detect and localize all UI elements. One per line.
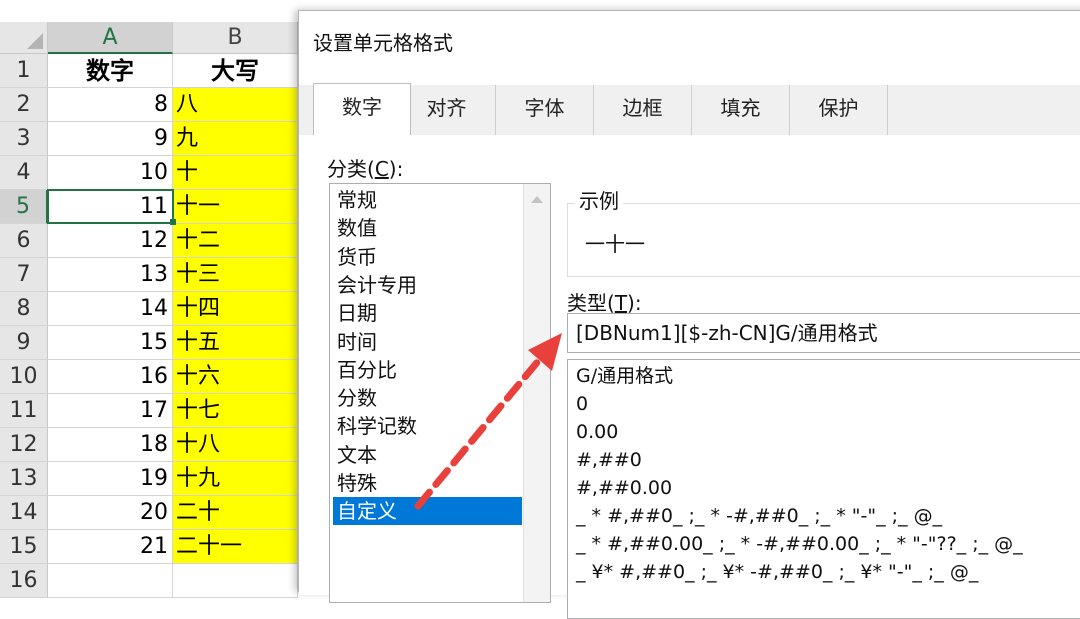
tab-number[interactable]: 数字 [313,83,411,135]
cell-chinese-numeral[interactable]: 十二 [173,224,298,258]
format-code-list[interactable]: G/通用格式 0 0.00 #,##0 #,##0.00 _ * #,##0_ ;_ * … [567,359,1080,619]
type-label-key: T [614,291,628,315]
dialog-title: 设置单元格格式 [313,31,453,55]
format-code-item[interactable]: #,##0 [576,446,642,474]
row-header[interactable]: 9 [0,326,48,360]
cell-number[interactable]: 8 [48,88,173,122]
cell-number[interactable]: 21 [48,530,173,564]
tab-border[interactable]: 边框 [594,85,692,135]
column-header-b[interactable]: B [173,22,298,54]
cell-number[interactable]: 15 [48,326,173,360]
row-header[interactable]: 2 [0,88,48,122]
format-code-item[interactable]: 0.00 [576,418,618,446]
type-label: 类型(T): [567,287,642,316]
tab-protection[interactable]: 保护 [790,85,888,135]
cell-chinese-numeral[interactable]: 十五 [173,326,298,360]
category-item[interactable]: 货币 [333,243,522,271]
row-header[interactable]: 7 [0,258,48,292]
category-item[interactable]: 数值 [333,214,522,242]
number-tab-pane: 分类(C): 常规 数值 货币 会计专用 日期 时间 百分比 分数 科学记数 文本 特殊 自定义 示例… [299,135,1080,619]
type-label-end: ): [627,291,642,315]
row-header[interactable]: 1 [0,54,48,88]
category-item[interactable]: 日期 [333,299,522,327]
cell-chinese-numeral[interactable]: 八 [173,88,298,122]
category-item[interactable]: 文本 [333,441,522,469]
cell-chinese-numeral[interactable]: 十 [173,156,298,190]
column-header-a[interactable]: A [48,22,173,54]
tab-fill[interactable]: 填充 [692,85,790,135]
cell-chinese-numeral[interactable]: 十一 [173,190,298,224]
cell-number[interactable]: 17 [48,394,173,428]
category-list[interactable]: 常规 数值 货币 会计专用 日期 时间 百分比 分数 科学记数 文本 特殊 自定义 [329,183,551,603]
row-header[interactable]: 8 [0,292,48,326]
row-header[interactable]: 15 [0,530,48,564]
cell-number[interactable]: 14 [48,292,173,326]
row-header[interactable]: 12 [0,428,48,462]
category-item[interactable]: 分数 [333,384,522,412]
format-code-item[interactable]: _ * #,##0_ ;_ * -#,##0_ ;_ * "-"_ ;_ @_ [576,502,942,530]
category-scrollbar[interactable] [523,184,550,602]
select-all-corner[interactable] [0,22,48,54]
category-label-key: C [374,157,389,181]
format-code-item[interactable]: _ * #,##0.00_ ;_ * -#,##0.00_ ;_ * "-"??… [576,530,1023,558]
cell-chinese-numeral[interactable]: 十六 [173,360,298,394]
cell-number[interactable]: 10 [48,156,173,190]
row-header[interactable]: 6 [0,224,48,258]
spreadsheet: A B 1 数字 大写 2 8 八 3 9 九 4 10 十 5 11 十一 6 12 十二 7 13 十三 8 14 十四 9… [0,0,310,598]
category-item[interactable]: 自定义 [333,497,522,526]
cell-number[interactable]: 11 [48,190,173,224]
sample-value: 一十一 [585,232,645,256]
cell-empty[interactable] [173,564,298,598]
scroll-up-arrow-icon[interactable] [531,196,543,203]
cell-number[interactable]: 12 [48,224,173,258]
cell-a-header[interactable]: 数字 [48,54,173,88]
format-code-item[interactable]: G/通用格式 [576,362,673,390]
cell-chinese-numeral[interactable]: 二十一 [173,530,298,564]
row-header[interactable]: 11 [0,394,48,428]
cell-chinese-numeral[interactable]: 十四 [173,292,298,326]
type-input[interactable]: [DBNum1][$-zh-CN]G/通用格式 [567,313,1080,353]
cell-number[interactable]: 19 [48,462,173,496]
cell-chinese-numeral[interactable]: 九 [173,122,298,156]
cell-chinese-numeral[interactable]: 十七 [173,394,298,428]
cell-number[interactable]: 13 [48,258,173,292]
row-header[interactable]: 3 [0,122,48,156]
cell-number[interactable]: 20 [48,496,173,530]
tab-alignment[interactable]: 对齐 [398,85,496,135]
category-label-end: ): [388,157,404,181]
cell-number[interactable]: 18 [48,428,173,462]
row-header[interactable]: 10 [0,360,48,394]
cell-chinese-numeral[interactable]: 二十 [173,496,298,530]
select-all-triangle-icon [27,33,43,49]
category-item[interactable]: 百分比 [333,356,522,384]
format-code-item[interactable]: #,##0.00 [576,474,672,502]
row-header[interactable]: 4 [0,156,48,190]
tab-bar: 对齐 字体 边框 填充 保护 数字 [299,83,1080,135]
category-item[interactable]: 特殊 [333,469,522,497]
cell-chinese-numeral[interactable]: 十九 [173,462,298,496]
sample-label: 示例 [575,185,623,214]
row-header[interactable]: 14 [0,496,48,530]
category-item[interactable]: 会计专用 [333,271,522,299]
category-label-text: 分类( [327,157,375,181]
format-cells-dialog: 设置单元格格式 对齐 字体 边框 填充 保护 数字 分类(C): 常规 数值 货币会… [298,10,1080,619]
format-code-item[interactable]: 0 [576,390,588,418]
format-code-item[interactable]: _ ¥* #,##0_ ;_ ¥* -#,##0_ ;_ ¥* "-"_ ;_ … [576,558,978,586]
cell-b-header[interactable]: 大写 [173,54,298,88]
cell-chinese-numeral[interactable]: 十八 [173,428,298,462]
category-item[interactable]: 时间 [333,328,522,356]
category-label: 分类(C): [327,153,403,182]
row-header[interactable]: 13 [0,462,48,496]
cell-chinese-numeral[interactable]: 十三 [173,258,298,292]
row-header[interactable]: 5 [0,190,48,224]
category-item[interactable]: 常规 [333,186,522,214]
row-header[interactable]: 16 [0,564,48,598]
cell-number[interactable]: 16 [48,360,173,394]
tab-font[interactable]: 字体 [496,85,594,135]
category-item[interactable]: 科学记数 [333,412,522,440]
fill-handle[interactable] [170,219,176,225]
type-label-text: 类型( [567,291,615,315]
cell-number[interactable]: 9 [48,122,173,156]
cell-empty[interactable] [48,564,173,598]
